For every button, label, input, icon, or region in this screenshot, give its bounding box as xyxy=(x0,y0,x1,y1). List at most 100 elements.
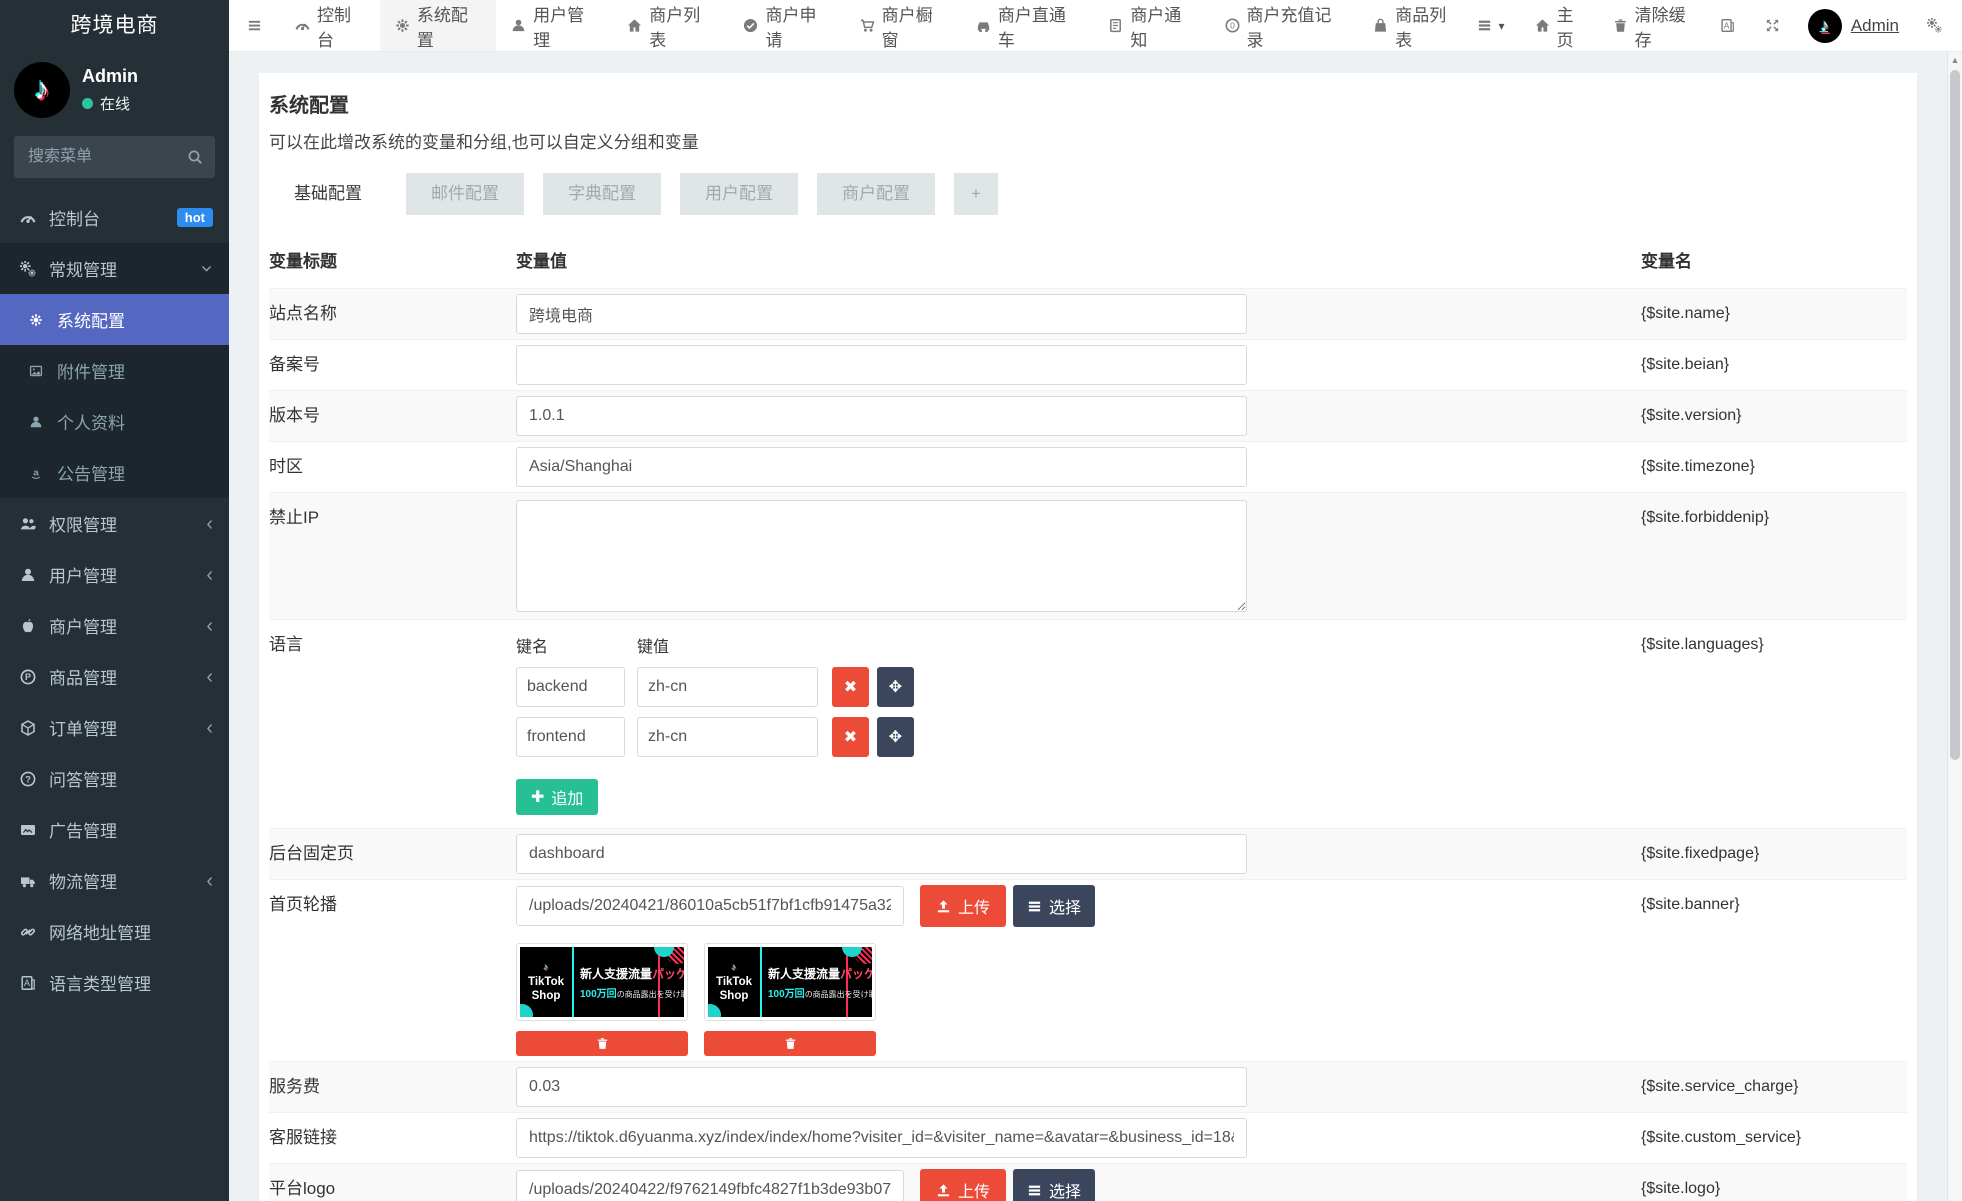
upload-button[interactable]: 上传 xyxy=(920,1169,1007,1201)
beian-input[interactable] xyxy=(516,345,1247,385)
tab-merchant-config[interactable]: 商户配置 xyxy=(817,173,935,215)
sidebar-toggle-button[interactable] xyxy=(229,0,280,51)
remove-pair-button[interactable]: ✖ xyxy=(832,717,869,757)
admin-app: 跨境电商 ♪ Admin 在线 控制台 hot 常规管理 xyxy=(0,0,1962,1201)
clear-cache-button[interactable]: 清除缓存 xyxy=(1611,1,1692,51)
delete-banner-button[interactable] xyxy=(516,1031,688,1056)
kv-headers: 键名 键值 xyxy=(516,639,670,656)
translate-icon xyxy=(18,975,38,991)
fixed-page-input[interactable] xyxy=(516,834,1247,874)
settings-button[interactable] xyxy=(1925,18,1944,33)
user-panel: ♪ Admin 在线 xyxy=(0,52,229,132)
banner-path-input[interactable] xyxy=(516,886,904,926)
lang-key-input[interactable] xyxy=(516,717,625,757)
scroll-up-icon[interactable]: ▲ xyxy=(1948,52,1962,65)
scrollbar-thumb[interactable] xyxy=(1950,70,1960,760)
sidebar-item-network-address[interactable]: 网络地址管理 xyxy=(0,906,229,957)
sidebar-item-language-types[interactable]: 语言类型管理 xyxy=(0,957,229,1008)
tab-basic-config[interactable]: 基础配置 xyxy=(269,173,387,215)
tab-merchant-list[interactable]: 商户列表 xyxy=(612,0,728,51)
chevron-left-icon: ‹ xyxy=(206,563,213,586)
tiktok-note-icon: ♪ xyxy=(731,962,737,973)
sidebar-item-merchants[interactable]: 商户管理 ‹ xyxy=(0,600,229,651)
user-menu[interactable]: ♪ Admin xyxy=(1807,8,1899,43)
drag-pair-button[interactable]: ✥ xyxy=(877,667,914,707)
custom-service-input[interactable] xyxy=(516,1118,1247,1158)
sidebar-item-permissions[interactable]: 权限管理 ‹ xyxy=(0,498,229,549)
sidebar-item-qa[interactable]: 问答管理 xyxy=(0,753,229,804)
lang-value-input[interactable] xyxy=(637,667,818,707)
tab-dashboard[interactable]: 控制台 xyxy=(280,0,380,51)
question-icon xyxy=(18,771,38,787)
delete-banner-button[interactable] xyxy=(704,1031,876,1056)
append-pair-button[interactable]: ✚ 追加 xyxy=(516,779,599,815)
tab-system-config[interactable]: 系统配置 xyxy=(379,0,497,51)
tab-mail-config[interactable]: 邮件配置 xyxy=(406,173,524,215)
trash-icon xyxy=(596,1037,609,1050)
sidebar-item-attachments[interactable]: 附件管理 xyxy=(0,345,229,396)
forbidden-ip-textarea[interactable] xyxy=(516,500,1247,612)
version-input[interactable] xyxy=(516,396,1247,436)
plus-icon: ✚ xyxy=(531,789,545,806)
sidebar-item-announcements[interactable]: 公告管理 xyxy=(0,447,229,498)
ad-card-icon xyxy=(18,822,38,838)
truck-icon xyxy=(18,873,38,889)
site-name-input[interactable] xyxy=(516,294,1247,334)
lang-value-input[interactable] xyxy=(637,717,818,757)
search-input[interactable] xyxy=(14,136,215,178)
cube-icon xyxy=(18,720,38,736)
remove-pair-button[interactable]: ✖ xyxy=(832,667,869,707)
sidebar-item-products[interactable]: 商品管理 ‹ xyxy=(0,651,229,702)
page-scrollbar[interactable]: ▲ xyxy=(1947,52,1962,1201)
translate-button[interactable] xyxy=(1718,18,1737,33)
choose-button[interactable]: 选择 xyxy=(1013,885,1096,927)
gauge-icon xyxy=(295,18,310,33)
sidebar-item-system-config[interactable]: 系统配置 xyxy=(0,294,229,345)
cart-icon xyxy=(860,18,875,33)
tab-merchant-showcase[interactable]: 商户橱窗 xyxy=(845,0,961,51)
drag-pair-button[interactable]: ✥ xyxy=(877,717,914,757)
sidebar-item-ads[interactable]: 广告管理 xyxy=(0,804,229,855)
banner-thumbnail[interactable]: ♪ TikTok Shop 新人支援流量パッケ 100万回の商品露出を受け取 xyxy=(704,943,876,1021)
logo-path-input[interactable] xyxy=(516,1170,904,1201)
x-icon: ✖ xyxy=(843,729,858,746)
tabs-dropdown-button[interactable]: ▾ xyxy=(1475,18,1507,33)
table-row-timezone: 时区 {$site.timezone} xyxy=(269,441,1907,492)
choose-button[interactable]: 选择 xyxy=(1013,1169,1096,1201)
timezone-input[interactable] xyxy=(516,447,1247,487)
tab-user-management[interactable]: 用户管理 xyxy=(496,0,612,51)
service-charge-input[interactable] xyxy=(516,1067,1247,1107)
fullscreen-button[interactable] xyxy=(1763,18,1782,33)
header-var-name: 变量名 xyxy=(1641,252,1692,271)
sidebar-item-dashboard[interactable]: 控制台 hot xyxy=(0,192,229,243)
add-tab-button[interactable]: + xyxy=(954,173,998,215)
tab-merchant-recharge[interactable]: 商户充值记录 xyxy=(1210,0,1359,51)
tab-merchant-notice[interactable]: 商户通知 xyxy=(1093,0,1209,51)
caret-down-icon: ▾ xyxy=(1498,18,1505,33)
announce-icon xyxy=(26,466,46,480)
p-circle-icon xyxy=(18,669,38,685)
tab-user-config[interactable]: 用户配置 xyxy=(680,173,798,215)
tab-product-list[interactable]: 商品列表 xyxy=(1358,0,1474,51)
tab-dictionary-config[interactable]: 字典配置 xyxy=(543,173,661,215)
table-rows: 站点名称 {$site.name} 备案号 {$site.beian} 版本号 xyxy=(269,288,1907,1201)
upload-button[interactable]: 上传 xyxy=(920,885,1007,927)
lang-pair-row: ✖ ✥ xyxy=(516,667,1641,707)
search-icon[interactable] xyxy=(187,149,203,165)
sidebar-item-orders[interactable]: 订单管理 ‹ xyxy=(0,702,229,753)
tab-merchant-express[interactable]: 商户直通车 xyxy=(961,0,1093,51)
gear-icon xyxy=(395,18,410,33)
avatar: ♪ xyxy=(1807,8,1842,43)
config-table: 变量标题 变量值 变量名 站点名称 {$site.name} 备案号 xyxy=(269,235,1907,1201)
lang-key-input[interactable] xyxy=(516,667,625,707)
sidebar-tree-general: 常规管理 系统配置 附件管理 个人资料 公告管理 xyxy=(0,243,229,498)
chevron-left-icon: ‹ xyxy=(206,614,213,637)
sidebar-item-profile[interactable]: 个人资料 xyxy=(0,396,229,447)
home-link[interactable]: 主页 xyxy=(1533,1,1585,51)
sidebar-item-general[interactable]: 常规管理 xyxy=(0,243,229,294)
sidebar-item-logistics[interactable]: 物流管理 ‹ xyxy=(0,855,229,906)
banner-thumbnail[interactable]: ♪ TikTok Shop 新人支援流量パッケ 100万回の商品露出を受け取 xyxy=(516,943,688,1021)
tab-merchant-apply[interactable]: 商户申请 xyxy=(728,0,844,51)
content-area: 系统配置 可以在此增改系统的变量和分组,也可以自定义分组和变量 基础配置 邮件配… xyxy=(229,52,1962,1201)
sidebar-item-users[interactable]: 用户管理 ‹ xyxy=(0,549,229,600)
